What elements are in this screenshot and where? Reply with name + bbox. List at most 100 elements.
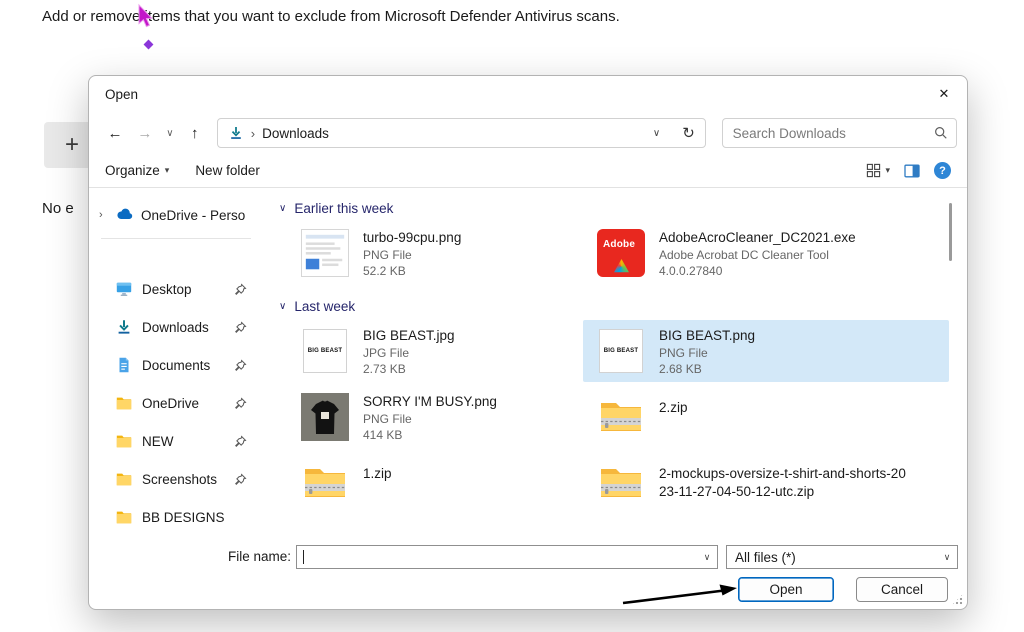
caret-down-icon: ▾ <box>885 165 890 176</box>
sidebar-item-documents[interactable]: Documents <box>89 349 263 381</box>
file-name: 2.zip <box>659 399 688 417</box>
pin-icon <box>234 359 247 372</box>
windows-security-page: Add or remove items that you want to exc… <box>0 0 1024 632</box>
file-size: 4.0.0.27840 <box>659 263 856 279</box>
search-icon <box>926 126 956 140</box>
file-tile[interactable]: turbo-99cpu.png PNG File 52.2 KB <box>279 222 583 284</box>
file-group-earlier: turbo-99cpu.png PNG File 52.2 KB Adobe A… <box>279 222 949 284</box>
onedrive-cloud-icon <box>116 205 134 226</box>
image-thumbnail <box>301 229 349 277</box>
folder-icon <box>115 432 133 450</box>
address-bar[interactable]: › Downloads ∨ ↻ <box>217 118 706 148</box>
file-type-dropdown[interactable]: All files (*) ∨ <box>726 545 958 569</box>
dialog-toolbar: Organize ▾ New folder ▾ ? <box>89 154 967 188</box>
vertical-scrollbar-thumb[interactable] <box>949 203 952 261</box>
file-type: PNG File <box>363 411 497 427</box>
file-tile[interactable]: SORRY I'M BUSY.png PNG File 414 KB <box>279 386 583 448</box>
image-thumbnail <box>301 393 349 441</box>
breadcrumb-separator-icon: › <box>251 126 255 141</box>
group-header-earlier-this-week[interactable]: ∨ Earlier this week <box>279 196 949 220</box>
address-dropdown-button[interactable]: ∨ <box>646 120 668 146</box>
exclusions-description: Add or remove items that you want to exc… <box>42 8 620 25</box>
file-name: BIG BEAST.jpg <box>363 327 455 345</box>
view-options-button[interactable]: ▾ <box>866 163 890 178</box>
back-button[interactable]: ← <box>101 119 129 147</box>
file-type: JPG File <box>363 345 455 361</box>
file-type: Adobe Acrobat DC Cleaner Tool <box>659 247 856 263</box>
file-name: AdobeAcroCleaner_DC2021.exe <box>659 229 856 247</box>
downloads-icon <box>228 125 244 141</box>
file-size: 414 KB <box>363 427 497 443</box>
file-name-combobox[interactable]: ∨ <box>296 545 718 569</box>
search-input[interactable] <box>723 126 926 141</box>
recent-locations-button[interactable]: ∨ <box>161 119 179 147</box>
help-button[interactable]: ? <box>934 162 951 179</box>
file-tile[interactable]: BIG BEAST BIG BEAST.jpg JPG File 2.73 KB <box>279 320 583 382</box>
desktop-icon <box>115 280 133 298</box>
sidebar-item-label: OneDrive <box>142 396 199 411</box>
folder-icon <box>115 470 133 488</box>
pin-icon <box>234 397 247 410</box>
close-icon: ✕ <box>939 86 950 101</box>
file-size: 2.73 KB <box>363 361 455 377</box>
sidebar-item-screenshots[interactable]: Screenshots <box>89 463 263 495</box>
preview-pane-button[interactable] <box>904 163 920 179</box>
organize-label: Organize <box>105 163 160 178</box>
file-name: 2-mockups-oversize-t-shirt-and-shorts-20… <box>659 465 911 500</box>
expander-icon[interactable]: › <box>99 209 109 221</box>
file-tile[interactable]: Adobe AdobeAcroCleaner_DC2021.exe Adobe … <box>583 222 949 284</box>
resize-grip[interactable] <box>951 593 964 606</box>
open-file-dialog: Open ✕ ← → ∨ ↑ › Downloads ∨ ↻ <box>88 75 968 610</box>
group-label: Earlier this week <box>294 201 393 216</box>
sidebar-item-label: Documents <box>142 358 210 373</box>
adobe-wordmark: Adobe <box>603 239 635 250</box>
sidebar-item-desktop[interactable]: Desktop <box>89 273 263 305</box>
chevron-down-icon[interactable]: ∨ <box>697 552 717 563</box>
file-tile-selected[interactable]: BIG BEAST BIG BEAST.png PNG File 2.68 KB <box>583 320 949 382</box>
breadcrumb-downloads[interactable]: Downloads <box>262 126 329 141</box>
file-type-value: All files (*) <box>735 550 796 565</box>
file-name-input[interactable] <box>304 550 697 565</box>
pin-icon <box>234 435 247 448</box>
file-tile[interactable]: 2.zip <box>583 386 949 448</box>
thumbnail-text: BIG BEAST <box>308 348 342 354</box>
sidebar-item-label: BB DESIGNS <box>142 510 225 525</box>
organize-button[interactable]: Organize ▾ <box>105 163 169 178</box>
new-folder-button[interactable]: New folder <box>195 163 260 178</box>
preview-pane-icon <box>904 163 920 179</box>
plus-icon: + <box>65 131 79 158</box>
sidebar-item-onedrive[interactable]: OneDrive <box>89 387 263 419</box>
sidebar-item-new[interactable]: NEW <box>89 425 263 457</box>
dialog-titlebar: Open ✕ <box>89 76 967 112</box>
navigation-bar: ← → ∨ ↑ › Downloads ∨ ↻ <box>89 112 967 154</box>
file-name: SORRY I'M BUSY.png <box>363 393 497 411</box>
file-tile[interactable]: 1.zip <box>279 452 583 514</box>
help-icon: ? <box>934 162 951 179</box>
file-group-last-week: BIG BEAST BIG BEAST.jpg JPG File 2.73 KB… <box>279 320 949 514</box>
file-name: turbo-99cpu.png <box>363 229 461 247</box>
pinwheel-icon <box>614 259 629 274</box>
file-type: PNG File <box>659 345 755 361</box>
file-tile[interactable]: 2-mockups-oversize-t-shirt-and-shorts-20… <box>583 452 949 514</box>
pin-icon <box>234 283 247 296</box>
image-thumbnail: BIG BEAST <box>301 327 349 375</box>
close-button[interactable]: ✕ <box>921 76 967 112</box>
search-box[interactable] <box>722 118 957 148</box>
group-header-last-week[interactable]: ∨ Last week <box>279 294 949 318</box>
zip-folder-icon <box>597 393 645 441</box>
forward-button[interactable]: → <box>131 119 159 147</box>
cancel-button[interactable]: Cancel <box>856 577 948 602</box>
file-size: 2.68 KB <box>659 361 755 377</box>
downloads-icon <box>115 318 133 336</box>
dialog-footer: File name: ∨ All files (*) ∨ Open Cancel <box>89 539 967 609</box>
refresh-button[interactable]: ↻ <box>675 120 703 146</box>
folder-icon <box>115 508 133 526</box>
sidebar-item-onedrive-personal[interactable]: › OneDrive - Perso <box>89 200 263 230</box>
sidebar-item-downloads[interactable]: Downloads <box>89 311 263 343</box>
image-thumbnail: BIG BEAST <box>597 327 645 375</box>
open-button[interactable]: Open <box>738 577 834 602</box>
sidebar-item-bb-designs[interactable]: BB DESIGNS <box>89 501 263 533</box>
file-name: BIG BEAST.png <box>659 327 755 345</box>
up-button[interactable]: ↑ <box>181 119 209 147</box>
sidebar-item-label: Desktop <box>142 282 192 297</box>
